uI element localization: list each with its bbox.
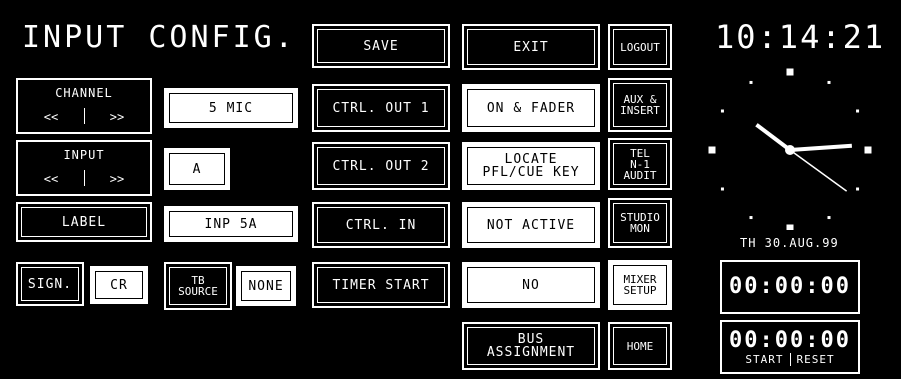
- label-value: INP 5A: [164, 206, 298, 242]
- input-label: INPUT: [63, 148, 105, 162]
- clock-tick: [827, 216, 831, 220]
- channel-value: 5 MIC: [164, 88, 298, 128]
- sign-button[interactable]: SIGN.: [16, 262, 84, 306]
- locate-pfl-cue-key-button[interactable]: LOCATE PFL/CUE KEY: [462, 142, 600, 190]
- timer-reset-button[interactable]: RESET: [791, 353, 835, 366]
- clock-tick: [786, 224, 794, 230]
- aux-insert-button[interactable]: AUX & INSERT: [608, 78, 672, 132]
- tb-source-value: NONE: [236, 266, 296, 306]
- analog-clock-icon: [708, 68, 872, 230]
- tb-source-line2: SOURCE: [178, 285, 218, 298]
- stopwatch-display: 00:00:00 START RESET: [720, 320, 860, 374]
- not-active-button[interactable]: NOT ACTIVE: [462, 202, 600, 248]
- channel-next-button[interactable]: >>: [84, 110, 150, 124]
- tb-source-button[interactable]: TB SOURCE: [164, 262, 232, 310]
- clock-tick: [856, 187, 860, 191]
- locate-line2: PFL/CUE KEY: [482, 165, 580, 180]
- studio-line2: MON: [630, 222, 650, 235]
- clock-date: TH 30.AUG.99: [740, 236, 839, 250]
- save-button[interactable]: SAVE: [312, 24, 450, 68]
- logout-button[interactable]: LOGOUT: [608, 24, 672, 70]
- timer-2-value: 00:00:00: [729, 327, 851, 353]
- ctrl-out-2-button[interactable]: CTRL. OUT 2: [312, 142, 450, 190]
- tel-line1: TEL: [630, 146, 650, 160]
- mixer-setup-button[interactable]: MIXER SETUP: [608, 260, 672, 310]
- clock-tick: [720, 187, 724, 191]
- exit-button[interactable]: EXIT: [462, 24, 600, 70]
- tel-line2: N-1: [630, 157, 650, 171]
- timer-1-value: 00:00:00: [729, 274, 851, 299]
- clock-tick: [749, 80, 753, 84]
- input-value: A: [164, 148, 230, 190]
- on-fader-button[interactable]: ON & FADER: [462, 84, 600, 132]
- clock-tick: [864, 146, 872, 154]
- input-prev-button[interactable]: <<: [18, 172, 84, 186]
- bus-line2: ASSIGNMENT: [486, 345, 576, 360]
- clock-tick: [708, 146, 716, 154]
- sign-value: CR: [90, 266, 148, 304]
- studio-mon-button[interactable]: STUDIO MON: [608, 198, 672, 248]
- clock-tick: [827, 80, 831, 84]
- input-next-button[interactable]: >>: [84, 172, 150, 186]
- home-button[interactable]: HOME: [608, 322, 672, 370]
- mixer-line2: SETUP: [623, 284, 657, 297]
- ctrl-out-1-button[interactable]: CTRL. OUT 1: [312, 84, 450, 132]
- clock-tick: [720, 109, 724, 113]
- clock-time: 10:14:21: [715, 18, 886, 56]
- tel-n1-audit-button[interactable]: TEL N-1 AUDIT: [608, 138, 672, 190]
- page-title: INPUT CONFIG.: [22, 20, 296, 55]
- clock-tick: [856, 109, 860, 113]
- channel-selector[interactable]: CHANNEL << >>: [16, 78, 152, 134]
- channel-prev-button[interactable]: <<: [18, 110, 84, 124]
- ctrl-in-button[interactable]: CTRL. IN: [312, 202, 450, 248]
- channel-label: CHANNEL: [55, 86, 113, 100]
- clock-tick: [749, 216, 753, 220]
- label-button[interactable]: LABEL: [16, 202, 152, 242]
- clock-tick: [786, 68, 794, 76]
- tel-line3: AUDIT: [623, 168, 657, 182]
- timer-start-button[interactable]: TIMER START: [312, 262, 450, 308]
- no-button[interactable]: NO: [462, 262, 600, 308]
- bus-assignment-button[interactable]: BUS ASSIGNMENT: [462, 322, 600, 370]
- timer-start-button[interactable]: START: [745, 352, 791, 366]
- input-selector[interactable]: INPUT << >>: [16, 140, 152, 196]
- timer-display: 00:00:00: [720, 260, 860, 314]
- aux-line2: INSERT: [620, 104, 660, 117]
